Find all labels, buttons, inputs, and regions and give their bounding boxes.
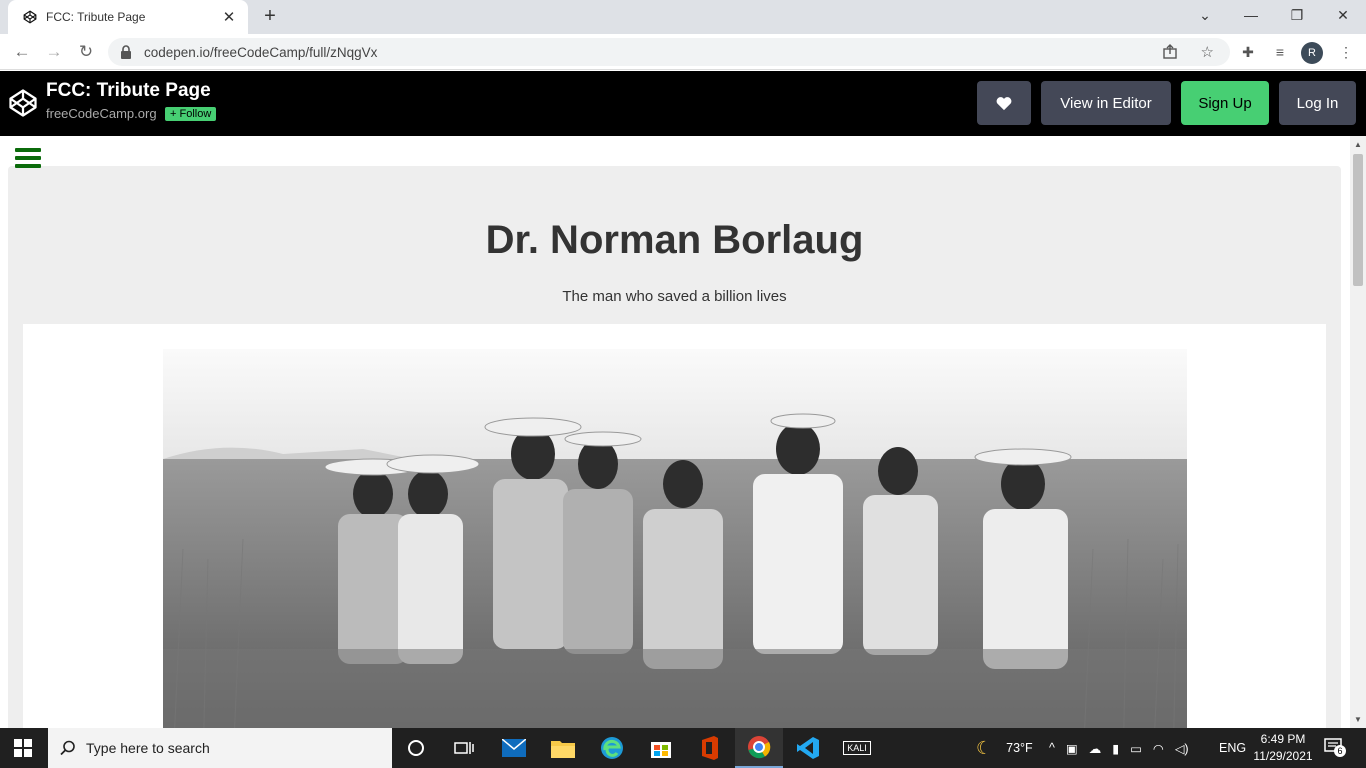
forward-icon[interactable]: →	[42, 40, 66, 64]
weather-widget[interactable]: ☾ 73°F	[976, 728, 1033, 768]
minimize-icon[interactable]: —	[1228, 0, 1274, 30]
heart-button[interactable]	[977, 81, 1031, 125]
tribute-title: Dr. Norman Borlaug	[485, 218, 864, 262]
windows-start-icon[interactable]	[14, 739, 32, 757]
search-placeholder: Type here to search	[86, 740, 210, 756]
pen-owner[interactable]: freeCodeCamp.org	[46, 106, 157, 121]
clock-time: 6:49 PM	[1260, 732, 1306, 746]
url-text: codepen.io/freeCodeCamp/full/zNqgVx	[144, 44, 378, 60]
task-view-icon[interactable]	[440, 728, 488, 768]
notification-center-icon[interactable]: 6	[1324, 738, 1346, 758]
clock-date: 11/29/2021	[1253, 749, 1313, 763]
tab-title: FCC: Tribute Page	[46, 10, 146, 24]
codepen-favicon-icon	[22, 9, 38, 25]
tribute-page: Dr. Norman Borlaug The man who saved a b…	[0, 136, 1350, 728]
hamburger-menu-icon[interactable]	[15, 148, 41, 170]
back-icon[interactable]: ←	[10, 40, 34, 64]
media-control-icon[interactable]: ≡	[1270, 42, 1290, 62]
address-bar[interactable]: codepen.io/freeCodeCamp/full/zNqgVx ☆	[108, 38, 1230, 66]
view-in-editor-button[interactable]: View in Editor	[1041, 81, 1171, 125]
windows-taskbar: Type here to search KALI ☾ 73°F ^ ▣ ☁ ▮ …	[0, 728, 1366, 768]
browser-tab[interactable]: FCC: Tribute Page ✕	[8, 0, 248, 34]
moon-icon: ☾	[976, 737, 993, 758]
scrollbar-thumb[interactable]	[1353, 154, 1363, 286]
onedrive-icon[interactable]: ☁	[1089, 741, 1102, 756]
tab-search-icon[interactable]: ⌄	[1182, 0, 1228, 30]
browser-menu-icon[interactable]: ⋮	[1336, 42, 1356, 62]
image-container	[23, 324, 1326, 728]
heart-icon	[996, 96, 1012, 110]
profile-avatar[interactable]: R	[1301, 42, 1323, 64]
tray-overflow-icon[interactable]: ^	[1049, 741, 1055, 755]
lock-icon	[120, 45, 134, 59]
page-scrollbar[interactable]: ▲ ▼	[1350, 136, 1366, 728]
sign-up-button[interactable]: Sign Up	[1181, 81, 1269, 125]
volume-icon[interactable]: ◁)	[1175, 741, 1189, 756]
log-in-button[interactable]: Log In	[1279, 81, 1356, 125]
wifi-icon[interactable]: ◠	[1153, 741, 1164, 756]
vscode-icon[interactable]	[784, 728, 832, 768]
tribute-subtitle: The man who saved a billion lives	[562, 288, 787, 305]
scroll-up-icon[interactable]: ▲	[1350, 140, 1366, 149]
meet-icon[interactable]: ▣	[1066, 741, 1078, 756]
new-tab-icon[interactable]: +	[259, 6, 281, 28]
chrome-icon[interactable]	[735, 728, 783, 768]
taskbar-search-box[interactable]: Type here to search	[48, 728, 392, 768]
mail-icon[interactable]	[490, 728, 538, 768]
reload-icon[interactable]: ↻	[74, 40, 98, 64]
search-icon	[60, 740, 75, 756]
file-explorer-icon[interactable]	[539, 728, 587, 768]
tab-close-icon[interactable]: ✕	[220, 8, 238, 26]
battery-icon[interactable]: ▭	[1130, 741, 1142, 756]
notification-badge: 6	[1334, 745, 1346, 757]
window-close-icon[interactable]: ✕	[1320, 0, 1366, 30]
browser-toolbar: ← → ↻ codepen.io/freeCodeCamp/full/zNqgV…	[0, 34, 1366, 70]
language-indicator[interactable]: ENG	[1219, 728, 1246, 768]
microphone-icon[interactable]: ▮	[1112, 741, 1119, 756]
office-icon[interactable]	[686, 728, 734, 768]
follow-button[interactable]: + Follow	[165, 107, 217, 121]
scroll-down-icon[interactable]: ▼	[1350, 715, 1366, 724]
system-tray: ^ ▣ ☁ ▮ ▭ ◠ ◁)	[1049, 728, 1189, 768]
pen-title: FCC: Tribute Page	[46, 80, 211, 101]
cortana-icon[interactable]	[392, 728, 440, 768]
tribute-main: Dr. Norman Borlaug The man who saved a b…	[8, 166, 1341, 728]
share-icon[interactable]	[1162, 44, 1178, 65]
store-icon[interactable]	[637, 728, 685, 768]
kali-icon[interactable]: KALI	[833, 728, 881, 768]
clock[interactable]: 6:49 PM 11/29/2021	[1252, 731, 1314, 765]
edge-icon[interactable]	[588, 728, 636, 768]
bookmark-star-icon[interactable]: ☆	[1201, 43, 1214, 61]
restore-icon[interactable]: ❐	[1274, 0, 1320, 30]
browser-tabstrip: FCC: Tribute Page ✕ + ⌄ — ❐ ✕	[0, 0, 1366, 34]
extensions-icon[interactable]: ✚	[1238, 42, 1258, 62]
weather-temp: 73°F	[1006, 741, 1033, 755]
borlaug-photo	[163, 349, 1187, 728]
codepen-logo-icon[interactable]	[8, 88, 38, 118]
kali-label: KALI	[843, 741, 871, 755]
codepen-header: FCC: Tribute Page freeCodeCamp.org + Fol…	[0, 71, 1366, 136]
